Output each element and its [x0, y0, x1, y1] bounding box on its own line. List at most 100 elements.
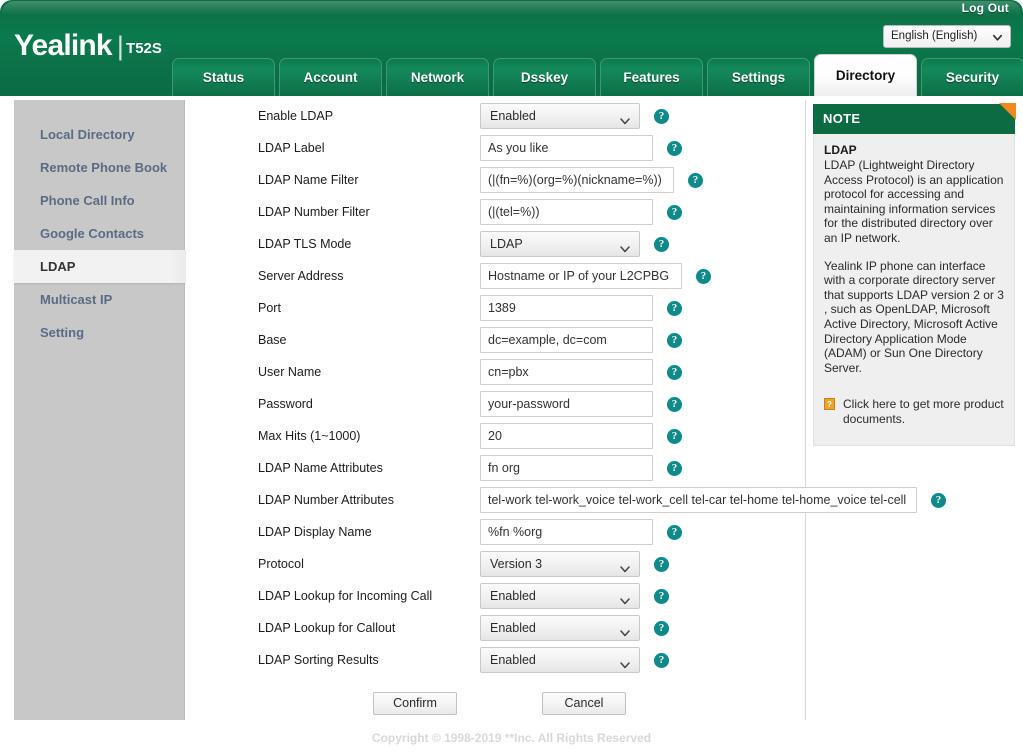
document-icon: ?	[824, 398, 835, 411]
confirm-button[interactable]: Confirm	[373, 692, 457, 715]
help-icon: ?	[654, 108, 669, 124]
input-server-address[interactable]	[480, 263, 682, 289]
select-value: Enabled	[490, 621, 536, 635]
brand-name: Yealink	[14, 29, 113, 62]
form-row-max-hits-1-1000: Max Hits (1~1000)?	[186, 420, 805, 452]
help-icon-protocol[interactable]: ?	[654, 556, 669, 572]
sidebar-item-local-directory[interactable]: Local Directory	[14, 118, 184, 151]
input-ldap-display-name[interactable]	[480, 519, 653, 545]
help-icon-ldap-tls-mode[interactable]: ?	[654, 236, 669, 252]
input-password[interactable]	[480, 391, 653, 417]
page-body: Local Directory Remote Phone Book Phone Ca…	[0, 96, 1023, 723]
label-ldap-number-filter: LDAP Number Filter	[258, 205, 370, 219]
help-icon-ldap-number-filter[interactable]: ?	[667, 204, 682, 220]
sidebar-item-label: Remote Phone Book	[40, 160, 168, 175]
help-icon-ldap-name-attributes[interactable]: ?	[667, 460, 682, 476]
sidebar-nav: Local Directory Remote Phone Book Phone Ca…	[14, 100, 186, 720]
label-ldap-name-filter: LDAP Name Filter	[258, 173, 359, 187]
label-ldap-lookup-for-incoming-call: LDAP Lookup for Incoming Call	[258, 589, 433, 603]
input-user-name[interactable]	[480, 359, 653, 385]
help-icon-ldap-number-attributes[interactable]: ?	[931, 492, 946, 508]
tab-account[interactable]: Account	[279, 58, 382, 96]
form-row-ldap-lookup-for-callout: LDAP Lookup for Callout Enabled?	[186, 612, 805, 644]
input-ldap-label[interactable]	[480, 135, 653, 161]
select-enable-ldap[interactable]: Enabled	[480, 103, 640, 129]
tab-dsskey[interactable]: Dsskey	[493, 58, 596, 96]
sidebar-item-label: Local Directory	[40, 127, 135, 142]
tab-settings[interactable]: Settings	[707, 58, 810, 96]
language-select[interactable]: English (English)	[883, 25, 1011, 48]
tab-status[interactable]: Status	[172, 58, 275, 96]
help-icon-user-name[interactable]: ?	[667, 364, 682, 380]
sidebar-item-setting[interactable]: Setting	[14, 316, 184, 349]
select-ldap-lookup-for-callout[interactable]: Enabled	[480, 615, 640, 641]
help-icon-enable-ldap[interactable]: ?	[654, 108, 669, 124]
select-ldap-lookup-for-incoming-call[interactable]: Enabled	[480, 583, 640, 609]
input-ldap-name-attributes[interactable]	[480, 455, 653, 481]
yealink-web-ui: Log Out English (English) Yealink | T52S S…	[0, 0, 1023, 756]
form-row-ldap-lookup-for-incoming-call: LDAP Lookup for Incoming Call Enabled?	[186, 580, 805, 612]
help-icon-ldap-label[interactable]: ?	[667, 140, 682, 156]
label-ldap-label: LDAP Label	[258, 141, 325, 155]
tab-network[interactable]: Network	[386, 58, 489, 96]
help-icon: ?	[667, 396, 682, 412]
input-port[interactable]	[480, 295, 653, 321]
form-row-protocol: Protocol Version 3?	[186, 548, 805, 580]
help-icon-port[interactable]: ?	[667, 300, 682, 316]
help-icon-ldap-display-name[interactable]: ?	[667, 524, 682, 540]
tab-label: Status	[202, 70, 245, 85]
select-ldap-tls-mode[interactable]: LDAP	[480, 231, 640, 257]
sidebar-item-remote-phone-book[interactable]: Remote Phone Book	[14, 151, 184, 184]
help-icon: ?	[667, 428, 682, 444]
select-ldap-sorting-results[interactable]: Enabled	[480, 647, 640, 673]
input-ldap-number-attributes[interactable]	[480, 487, 917, 513]
device-model: T52S	[126, 40, 162, 57]
tab-security[interactable]: Security	[921, 58, 1023, 96]
sidebar-item-phone-call-info[interactable]: Phone Call Info	[14, 184, 184, 217]
input-ldap-number-filter[interactable]	[480, 199, 653, 225]
input-ldap-name-filter[interactable]	[480, 167, 674, 193]
help-icon-ldap-sorting-results[interactable]: ?	[654, 652, 669, 668]
help-icon-password[interactable]: ?	[667, 396, 682, 412]
yealink-logo: Yealink | T52S	[14, 31, 162, 61]
form-row-enable-ldap: Enable LDAP Enabled?	[186, 100, 805, 132]
help-icon: ?	[667, 524, 682, 540]
note-panel: NOTE LDAP LDAP (Lightweight Directory Ac…	[813, 103, 1016, 447]
tab-features[interactable]: Features	[600, 58, 703, 96]
sidebar-item-multicast-ip[interactable]: Multicast IP	[14, 283, 184, 316]
logout-link[interactable]: Log Out	[962, 1, 1009, 15]
label-password: Password	[258, 397, 313, 411]
tab-label: Dsskey	[520, 70, 569, 85]
form-row-server-address: Server Address?	[186, 260, 805, 292]
help-icon-ldap-lookup-for-incoming-call[interactable]: ?	[654, 588, 669, 604]
input-base[interactable]	[480, 327, 653, 353]
chevron-down-icon	[619, 591, 631, 605]
form-row-user-name: User Name?	[186, 356, 805, 388]
cancel-button[interactable]: Cancel	[542, 692, 626, 715]
note-paragraph-1: LDAP (Lightweight Directory Access Proto…	[824, 158, 1004, 245]
select-protocol[interactable]: Version 3	[480, 551, 640, 577]
product-documents-link[interactable]: ? Click here to get more product documen…	[824, 397, 1004, 427]
help-icon-ldap-name-filter[interactable]: ?	[688, 172, 703, 188]
form-row-ldap-display-name: LDAP Display Name?	[186, 516, 805, 548]
chevron-down-icon	[619, 559, 631, 573]
help-icon-base[interactable]: ?	[667, 332, 682, 348]
form-row-port: Port?	[186, 292, 805, 324]
sidebar-item-google-contacts[interactable]: Google Contacts	[14, 217, 184, 250]
input-max-hits-1-1000[interactable]	[480, 423, 653, 449]
form-row-ldap-sorting-results: LDAP Sorting Results Enabled?	[186, 644, 805, 676]
label-max-hits-1-1000: Max Hits (1~1000)	[258, 429, 361, 443]
sidebar-item-ldap[interactable]: LDAP	[14, 250, 186, 283]
help-icon: ?	[654, 620, 669, 636]
select-value: Enabled	[490, 109, 536, 123]
tab-directory[interactable]: Directory	[814, 54, 917, 96]
help-icon-max-hits-1-1000[interactable]: ?	[667, 428, 682, 444]
form-row-ldap-name-attributes: LDAP Name Attributes?	[186, 452, 805, 484]
label-ldap-sorting-results: LDAP Sorting Results	[258, 653, 379, 667]
note-paragraph-2: Yealink IP phone can interface with a co…	[824, 258, 1004, 375]
help-icon-ldap-lookup-for-callout[interactable]: ?	[654, 620, 669, 636]
chevron-down-icon	[619, 239, 631, 253]
form-row-password: Password?	[186, 388, 805, 420]
help-icon-server-address[interactable]: ?	[696, 268, 711, 284]
note-title: LDAP	[824, 143, 857, 157]
